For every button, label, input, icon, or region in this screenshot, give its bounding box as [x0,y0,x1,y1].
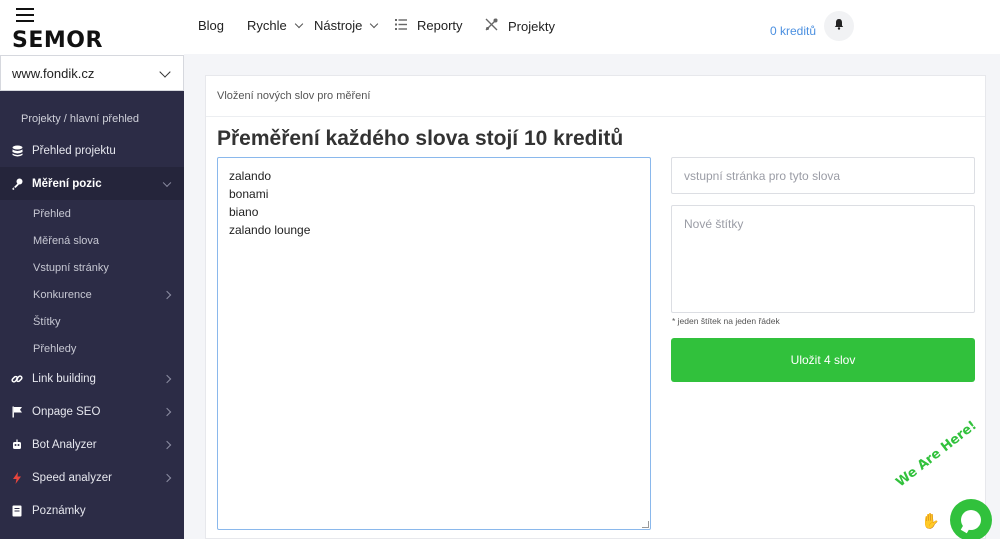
sidebar-breadcrumb[interactable]: Projekty / hlavní přehled [0,104,184,134]
sidebar-item-label: Konkurence [33,288,92,301]
chevron-right-icon [162,407,172,416]
keywords-textarea[interactable] [217,157,651,530]
nav-blog[interactable]: Blog [198,18,224,33]
sidebar-subitem-vstupni-stranky[interactable]: Vstupní stránky [0,254,184,281]
nav-label: Reporty [417,18,463,33]
nav-label: Nástroje [314,18,363,33]
tags-textarea[interactable] [671,205,975,313]
credits-link[interactable]: 0 kreditů [770,24,816,38]
tags-hint: * jeden štítek na jeden řádek [672,316,780,326]
sidebar-subitem-merena-slova[interactable]: Měřená slova [0,227,184,254]
top-header: Blog Rychle Nástroje Reporty Projekty 0 … [184,0,1000,54]
card-section-title: Vložení nových slov pro měření [217,90,371,102]
chevron-right-icon [162,290,172,299]
chat-button[interactable] [950,499,992,539]
sidebar-item-mereni-pozic[interactable]: Měření pozic [0,167,184,200]
nav-nastroje[interactable]: Nástroje [314,18,379,33]
sidebar-item-bot-analyzer[interactable]: Bot Analyzer [0,428,184,461]
bot-icon [11,439,23,451]
landing-page-input[interactable] [671,157,975,194]
menu-icon[interactable] [16,8,34,22]
sidebar-subitem-konkurence[interactable]: Konkurence [0,281,184,308]
chevron-down-icon [370,19,379,28]
list-icon [395,18,407,33]
sidebar-subitem-stitky[interactable]: Štítky [0,308,184,335]
sidebar-item-label: Měření pozic [32,177,102,190]
sidebar-nav: Projekty / hlavní přehled Přehled projek… [0,104,184,527]
sidebar-item-label: Poznámky [32,504,86,517]
sidebar-item-onpage-seo[interactable]: Onpage SEO [0,395,184,428]
chevron-down-icon [294,19,303,28]
nav-projekty[interactable]: Projekty [485,18,555,34]
site-selector-value: www.fondik.cz [12,65,95,81]
chevron-down-icon [159,66,171,78]
sidebar-item-poznamky[interactable]: Poznámky [0,494,184,527]
sidebar-item-label: Přehled projektu [32,144,116,157]
chevron-right-icon [162,440,172,449]
chat-bubble-icon [961,510,981,530]
nav-label: Rychle [247,18,287,33]
sidebar-item-label: Bot Analyzer [32,438,97,451]
flag-icon [11,406,23,418]
nav-label: Blog [198,18,225,33]
add-keywords-card: Vložení nových slov pro měření Přeměření… [205,75,986,539]
page-title: Přeměření každého slova stojí 10 kreditů [217,127,624,150]
save-button[interactable]: Uložit 4 slov [671,338,975,382]
sidebar-subitem-prehled[interactable]: Přehled [0,200,184,227]
projects-icon [485,18,498,34]
notifications-button[interactable] [824,11,854,41]
sidebar-item-speed-analyzer[interactable]: Speed analyzer [0,461,184,494]
logo[interactable]: SEMOR [12,28,103,53]
chevron-down-icon [162,178,172,187]
nav-label: Projekty [508,18,555,34]
lightning-icon [11,471,23,484]
nav-rychle[interactable]: Rychle [247,18,303,33]
bell-icon [833,17,845,35]
logo-area: SEMOR [0,0,184,55]
resize-handle-icon[interactable] [642,521,649,528]
notebook-icon [11,505,23,517]
link-icon [11,373,23,385]
sidebar-item-link-building[interactable]: Link building [0,362,184,395]
nav-reporty[interactable]: Reporty [395,18,463,33]
sidebar-item-label: Link building [32,372,96,385]
sidebar-subitem-prehledy[interactable]: Přehledy [0,335,184,362]
sidebar-item-prehled-projektu[interactable]: Přehled projektu [0,134,184,167]
card-header: Vložení nových slov pro měření [206,76,985,117]
key-icon [11,178,23,190]
sidebar-item-label: Onpage SEO [32,405,101,418]
waving-hand-icon: ✋ [921,513,940,530]
site-selector[interactable]: www.fondik.cz [0,55,184,91]
chevron-right-icon [162,374,172,383]
chevron-right-icon [162,473,172,482]
sidebar: SEMOR www.fondik.cz Projekty / hlavní př… [0,0,184,539]
database-icon [11,145,23,157]
sidebar-item-label: Speed analyzer [32,471,112,484]
